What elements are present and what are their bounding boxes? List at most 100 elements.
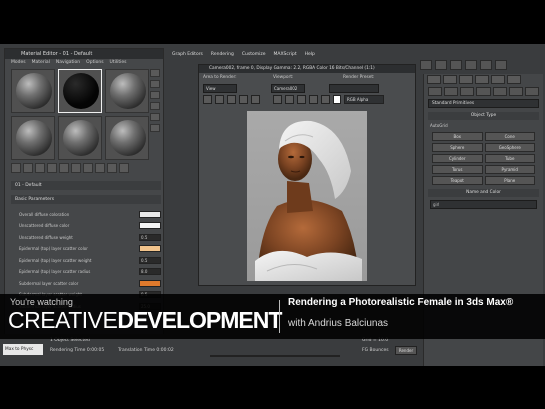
sample-slot[interactable] xyxy=(105,69,149,113)
cameras-icon[interactable] xyxy=(476,87,491,96)
uv-tiling-icon[interactable] xyxy=(150,102,160,110)
color-swatch[interactable] xyxy=(139,245,161,252)
parameter-value-spinner[interactable]: 8.0 xyxy=(139,268,161,275)
menu-maxscript[interactable]: MAXScript xyxy=(274,50,297,59)
backlight-icon[interactable] xyxy=(150,80,160,88)
render-preset-dropdown[interactable] xyxy=(329,84,379,93)
make-unique-icon[interactable] xyxy=(59,163,69,173)
helpers-icon[interactable] xyxy=(492,87,507,96)
shapes-icon[interactable] xyxy=(444,87,459,96)
get-material-icon[interactable] xyxy=(11,163,21,173)
object-type-rollout[interactable]: Object Type xyxy=(428,112,539,120)
color-swatch[interactable] xyxy=(333,95,341,104)
hierarchy-tab-icon[interactable] xyxy=(459,75,473,84)
save-image-icon[interactable] xyxy=(203,95,212,104)
object-type-button-teapot[interactable]: Teapot xyxy=(432,176,483,185)
print-image-icon[interactable] xyxy=(239,95,248,104)
basic-parameters-rollout[interactable]: Basic Parameters xyxy=(11,195,161,204)
geometry-icon[interactable] xyxy=(428,87,443,96)
menu-help[interactable]: Help xyxy=(305,50,315,59)
render-setup-icon[interactable] xyxy=(420,60,432,70)
area-to-render-dropdown[interactable]: View xyxy=(203,84,237,93)
menu-customize[interactable]: Customize xyxy=(242,50,266,59)
options-icon[interactable] xyxy=(150,124,160,132)
translation-time-status: Translation Time 0:00:02 xyxy=(118,348,174,353)
sample-slot[interactable] xyxy=(11,69,55,113)
menu-graph-editors[interactable]: Graph Editors xyxy=(172,50,203,59)
monochrome-icon[interactable] xyxy=(321,95,330,104)
menu-material[interactable]: Material xyxy=(32,59,50,67)
object-type-button-geosphere[interactable]: GeoSphere xyxy=(484,143,535,152)
menu-options[interactable]: Options xyxy=(86,59,103,67)
material-id-icon[interactable] xyxy=(83,163,93,173)
put-to-library-icon[interactable] xyxy=(71,163,81,173)
parameter-row: Overall diffuse coloration xyxy=(19,209,161,219)
background-icon[interactable] xyxy=(150,91,160,99)
lights-icon[interactable] xyxy=(460,87,475,96)
render-controls: View Camera002 xyxy=(203,84,413,93)
object-name-input[interactable]: girl xyxy=(430,200,537,209)
object-type-button-torus[interactable]: Torus xyxy=(432,165,483,174)
parameter-value-spinner[interactable]: 0.5 xyxy=(139,256,161,264)
parameter-value-spinner[interactable]: 0.5 xyxy=(139,233,161,241)
clone-frame-icon[interactable] xyxy=(227,95,236,104)
copy-image-icon[interactable] xyxy=(215,95,224,104)
reset-map-icon[interactable] xyxy=(47,163,57,173)
teapot-render-icon[interactable] xyxy=(480,60,492,70)
parameter-label: Epidermal (top) layer scatter radius xyxy=(19,269,91,274)
motion-tab-icon[interactable] xyxy=(475,75,489,84)
object-type-button-pyramid[interactable]: Pyramid xyxy=(484,165,535,174)
video-color-icon[interactable] xyxy=(150,113,160,121)
name-and-color-rollout[interactable]: Name and Color xyxy=(428,189,539,197)
show-end-result-icon[interactable] xyxy=(107,163,117,173)
primitive-type-dropdown[interactable]: Standard Primitives xyxy=(428,99,539,108)
sample-type-icon[interactable] xyxy=(150,69,160,77)
blue-channel-icon[interactable] xyxy=(297,95,306,104)
material-name-field[interactable]: 01 - Default xyxy=(11,181,161,190)
modify-tab-icon[interactable] xyxy=(443,75,457,84)
put-to-scene-icon[interactable] xyxy=(23,163,33,173)
show-map-icon[interactable] xyxy=(95,163,105,173)
menu-modes[interactable]: Modes xyxy=(11,59,26,67)
systems-icon[interactable] xyxy=(524,87,539,96)
object-type-button-sphere[interactable]: Sphere xyxy=(432,143,483,152)
assign-material-icon[interactable] xyxy=(35,163,45,173)
channel-display-dropdown[interactable]: RGB Alpha xyxy=(344,95,384,104)
object-type-button-box[interactable]: Box xyxy=(432,132,483,141)
menu-rendering[interactable]: Rendering xyxy=(211,50,234,59)
render-button[interactable]: Render xyxy=(395,346,417,355)
utilities-tab-icon[interactable] xyxy=(507,75,521,84)
environment-icon[interactable] xyxy=(495,60,507,70)
sample-slot[interactable] xyxy=(105,116,149,160)
autogrid-checkbox[interactable]: AutoGrid xyxy=(430,122,537,130)
color-swatch[interactable] xyxy=(139,222,161,229)
object-type-button-tube[interactable]: Tube xyxy=(484,154,535,163)
clear-icon[interactable] xyxy=(251,95,260,104)
create-tab-icon[interactable] xyxy=(427,75,441,84)
viewport-dropdown[interactable]: Camera002 xyxy=(271,84,305,93)
material-editor-icon[interactable] xyxy=(465,60,477,70)
menu-utilities[interactable]: Utilities xyxy=(110,59,127,67)
material-editor-menu: Modes Material Navigation Options Utilit… xyxy=(5,59,163,67)
object-type-button-cone[interactable]: Cone xyxy=(484,132,535,141)
menu-navigation[interactable]: Navigation xyxy=(56,59,80,67)
display-tab-icon[interactable] xyxy=(491,75,505,84)
rendered-frame-icon[interactable] xyxy=(435,60,447,70)
maxscript-listener-input[interactable]: Max to Physc xyxy=(3,344,43,355)
sample-slot[interactable] xyxy=(11,116,55,160)
color-swatch[interactable] xyxy=(139,210,161,218)
brand-word-creative: CREATIVE xyxy=(8,307,118,333)
green-channel-icon[interactable] xyxy=(285,95,294,104)
render-production-icon[interactable] xyxy=(450,60,462,70)
sample-slot[interactable] xyxy=(58,116,102,160)
brand-word-development: DEVELOPMENT xyxy=(117,307,282,333)
object-type-button-plane[interactable]: Plane xyxy=(484,176,535,185)
object-type-button-cylinder[interactable]: Cylinder xyxy=(432,154,483,163)
spacewarps-icon[interactable] xyxy=(508,87,523,96)
red-channel-icon[interactable] xyxy=(273,95,282,104)
go-to-parent-icon[interactable] xyxy=(119,163,129,173)
sample-slot-active[interactable] xyxy=(58,69,102,113)
alpha-channel-icon[interactable] xyxy=(309,95,318,104)
time-slider-track[interactable] xyxy=(210,355,340,357)
color-swatch[interactable] xyxy=(139,279,161,287)
